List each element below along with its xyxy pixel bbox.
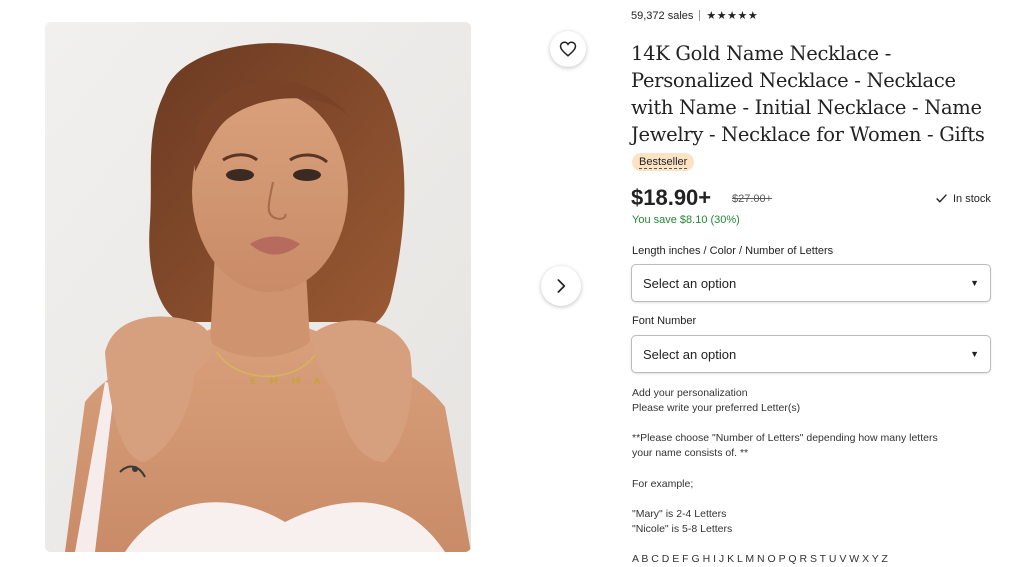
badge-label: Bestseller xyxy=(639,156,688,169)
product-title: 14K Gold Name Necklace - Personalized Ne… xyxy=(631,42,985,146)
font-option-label: Font Number xyxy=(632,315,697,327)
price: $18.90+ xyxy=(631,185,712,210)
example-nicole: "Nicole" is 5-8 Letters xyxy=(632,523,733,535)
stock-status: In stock xyxy=(935,192,991,205)
original-price: $27.00+ xyxy=(732,193,773,205)
favorite-button[interactable] xyxy=(550,31,586,67)
select-value: Select an option xyxy=(643,275,737,291)
divider xyxy=(699,10,701,21)
font-option-select[interactable]: Select an option ▼ xyxy=(631,335,991,373)
product-photo-illustration: E M M A xyxy=(45,22,471,552)
heart-icon xyxy=(559,41,577,57)
sales-row: 59,372 sales ★★★★★ xyxy=(631,9,758,23)
select-value: Select an option xyxy=(643,346,737,362)
chevron-right-icon xyxy=(557,279,566,293)
rating-stars[interactable]: ★★★★★ xyxy=(706,9,758,22)
product-image[interactable]: E M M A xyxy=(45,22,471,552)
next-image-button[interactable] xyxy=(541,266,581,306)
stock-label: In stock xyxy=(953,192,991,205)
caret-down-icon: ▼ xyxy=(970,278,979,288)
personalization-note: **Please choose "Number of Letters" depe… xyxy=(632,432,938,444)
check-icon xyxy=(936,194,947,203)
example-mary: "Mary" is 2-4 Letters xyxy=(632,508,727,520)
personalization-heading: Add your personalization xyxy=(632,387,748,399)
sales-count: 59,372 sales xyxy=(631,9,694,22)
personalization-example: For example; xyxy=(632,478,694,490)
necklace-letters: E M M A xyxy=(250,377,325,387)
length-option-label: Length inches / Color / Number of Letter… xyxy=(632,245,834,257)
caret-down-icon: ▼ xyxy=(970,349,979,359)
length-option-select[interactable]: Select an option ▼ xyxy=(631,264,991,302)
savings-text: You save $8.10 (30%) xyxy=(632,214,740,226)
bestseller-badge[interactable]: Bestseller xyxy=(632,153,695,171)
personalization-instruction: Please write your preferred Letter(s) xyxy=(632,402,801,414)
personalization-note-cont: your name consists of. ** xyxy=(632,447,749,459)
